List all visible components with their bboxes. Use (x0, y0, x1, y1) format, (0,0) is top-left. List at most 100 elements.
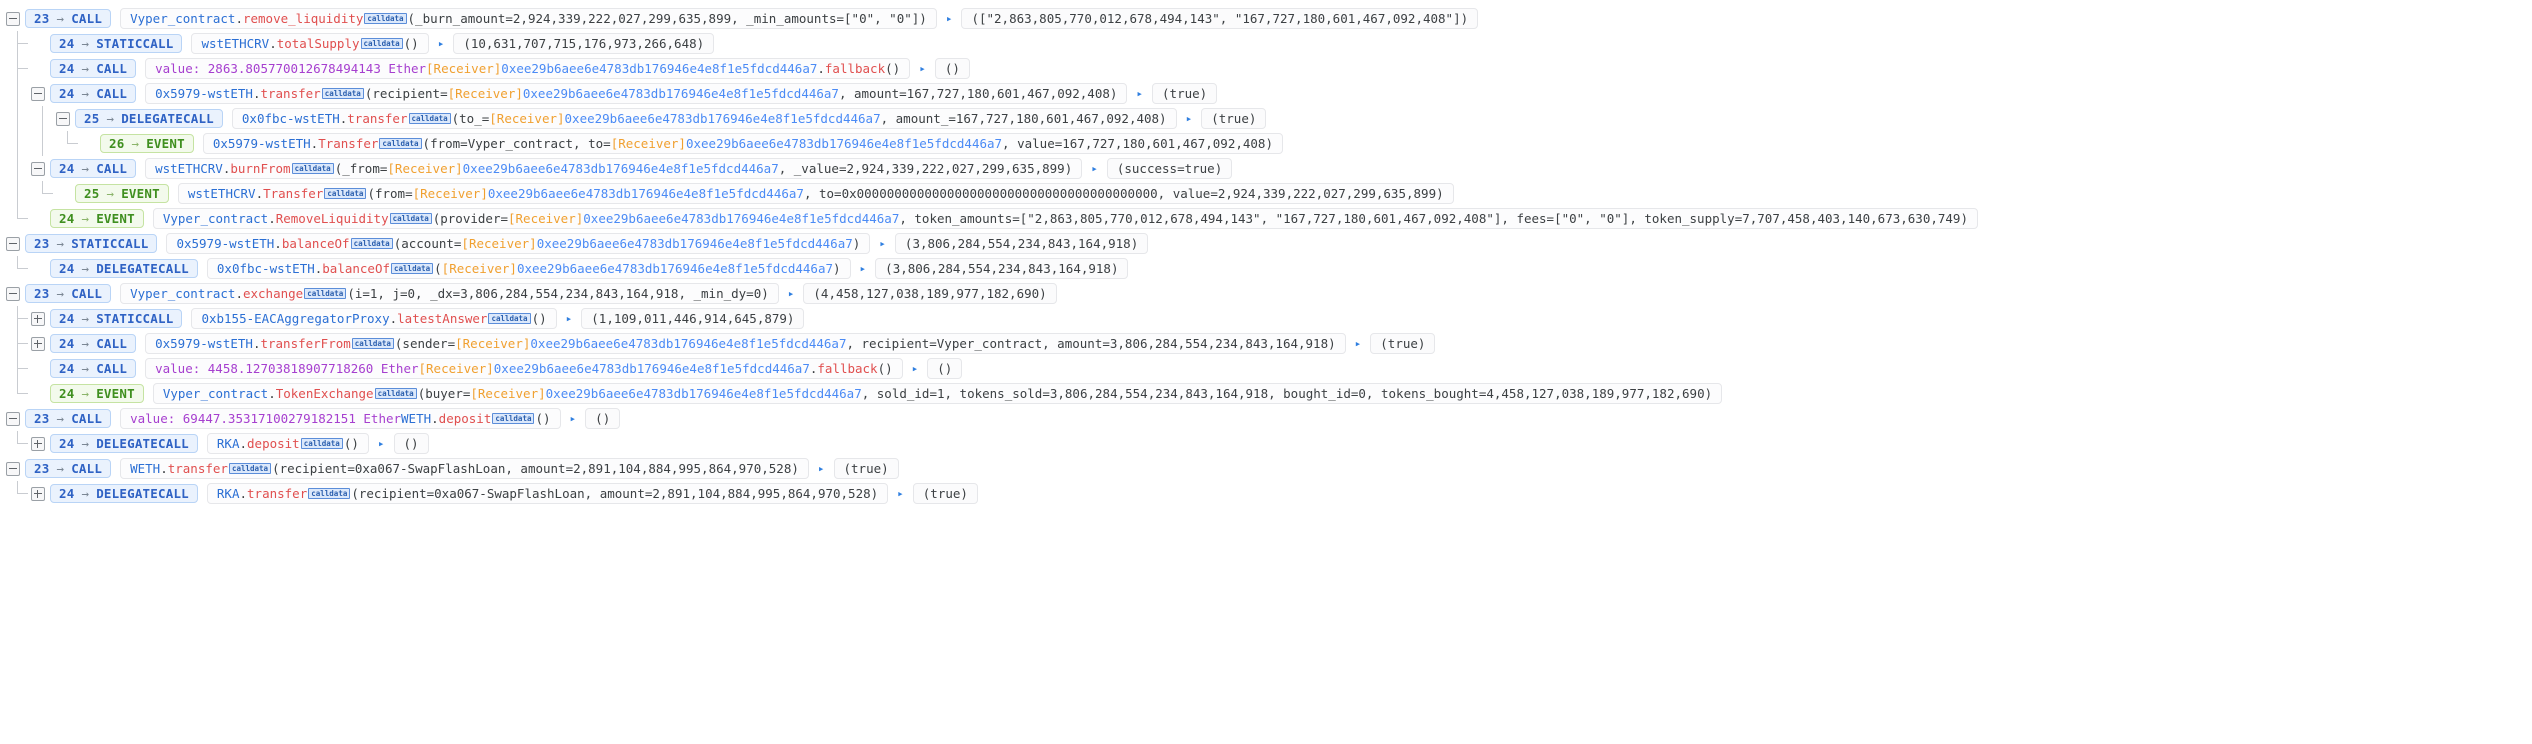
calldata-badge[interactable]: calldata (300, 438, 343, 449)
call-signature[interactable]: Vyper_contract. TokenExchange calldata (buy… (152, 383, 1723, 404)
trace-row[interactable]: 24 → CALL value: 4458.12703818907718260 Eth… (6, 356, 2532, 381)
return-value[interactable]: (3,806,284,554,234,843,164,918) (875, 258, 1129, 279)
call-signature[interactable]: RKA. transfer calldata (recipient=0xa067-Sw… (206, 483, 889, 504)
call-signature[interactable]: RKA. deposit calldata() (206, 433, 369, 454)
trace-row[interactable]: 24 → DELEGATECALL RKA. transfer calldata (reci… (6, 481, 2532, 506)
trace-type-pill[interactable]: 24 → CALL (50, 159, 137, 178)
collapse-icon[interactable] (6, 411, 20, 426)
collapse-icon[interactable] (56, 111, 70, 126)
calldata-badge[interactable]: calldata (324, 188, 367, 199)
expand-icon[interactable] (31, 486, 45, 501)
calldata-badge[interactable]: calldata (408, 113, 451, 124)
trace-row[interactable]: 24 → CALL value: 2863.805770012678494143 Et… (6, 56, 2532, 81)
calldata-badge[interactable]: calldata (321, 88, 364, 99)
trace-type-pill[interactable]: 24 → CALL (50, 359, 137, 378)
calldata-badge[interactable]: calldata (391, 263, 434, 274)
call-signature[interactable]: value: 2863.805770012678494143 Ether [Re… (145, 58, 911, 79)
collapse-icon[interactable] (31, 86, 45, 101)
trace-row[interactable]: 24 → CALL 0x5979-wstETH. transfer calldata (re… (6, 81, 2532, 106)
calldata-badge[interactable]: calldata (364, 13, 407, 24)
call-signature[interactable]: Vyper_contract. exchange calldata (i=1, j=0… (120, 283, 779, 304)
calldata-badge[interactable]: calldata (488, 313, 531, 324)
call-signature[interactable]: wstETHCRV. burnFrom calldata (_from= [Receiv… (145, 158, 1083, 179)
return-value[interactable]: (3,806,284,554,234,843,164,918) (894, 233, 1149, 254)
trace-type-pill[interactable]: 24 → STATICCALL (50, 309, 183, 328)
trace-row[interactable]: 26 → EVENT 0x5979-wstETH. Transfer calldata (f… (6, 131, 2532, 156)
calldata-badge[interactable]: calldata (304, 288, 347, 299)
collapse-icon[interactable] (6, 286, 20, 301)
collapse-icon[interactable] (31, 161, 45, 176)
return-value[interactable]: () (934, 58, 970, 79)
trace-type-pill[interactable]: 24 → EVENT (50, 384, 144, 403)
trace-type-pill[interactable]: 23 → CALL (25, 409, 112, 428)
call-signature[interactable]: 0x0fbc-wstETH. transfer calldata (to_= [Rece… (231, 108, 1177, 129)
call-signature[interactable]: 0x5979-wstETH. Transfer calldata (from=Vype… (202, 133, 1283, 154)
trace-row[interactable]: 23 → STATICCALL 0x5979-wstETH. balanceOf call… (6, 231, 2532, 256)
call-signature[interactable]: 0xb155-EACAggregatorProxy. latestAnswer ca… (191, 308, 557, 329)
return-value[interactable]: (10,631,707,715,176,973,266,648) (453, 33, 715, 54)
trace-type-pill[interactable]: 24 → DELEGATECALL (50, 259, 198, 278)
trace-type-pill[interactable]: 24 → CALL (50, 84, 137, 103)
expand-icon[interactable] (31, 311, 45, 326)
call-signature[interactable]: Vyper_contract. RemoveLiquidity calldata (p… (152, 208, 1978, 229)
calldata-badge[interactable]: calldata (350, 238, 393, 249)
trace-row[interactable]: 23 → CALL Vyper_contract. remove_liquidity ca… (6, 6, 2532, 31)
calldata-badge[interactable]: calldata (389, 213, 432, 224)
return-value[interactable]: (["2,863,805,770,012,678,494,143", "167,… (961, 8, 1479, 29)
call-signature[interactable]: Vyper_contract. remove_liquidity calldata(… (120, 8, 937, 29)
trace-type-pill[interactable]: 24 → DELEGATECALL (50, 484, 198, 503)
return-value[interactable]: (true) (1152, 83, 1218, 104)
call-signature[interactable]: 0x5979-wstETH. transfer calldata (recipient… (145, 83, 1128, 104)
trace-row[interactable]: 24 → DELEGATECALL 0x0fbc-wstETH. balanceOf ca… (6, 256, 2532, 281)
return-value[interactable]: (true) (833, 458, 899, 479)
trace-row[interactable]: 23 → CALL WETH. transfer calldata (recipient=0… (6, 456, 2532, 481)
collapse-icon[interactable] (6, 461, 20, 476)
trace-type-pill[interactable]: 25 → EVENT (75, 184, 169, 203)
trace-type-pill[interactable]: 23 → CALL (25, 9, 112, 28)
calldata-badge[interactable]: calldata (291, 163, 334, 174)
call-signature[interactable]: 0x0fbc-wstETH. balanceOf calldata([Receive… (206, 258, 851, 279)
return-value[interactable]: (1,109,011,446,914,645,879) (581, 308, 805, 329)
trace-row[interactable]: 23 → CALL value: 69447.35317100279182151 Et… (6, 406, 2532, 431)
call-signature[interactable]: wstETHCRV. totalSupply calldata() (191, 33, 429, 54)
trace-type-pill[interactable]: 26 → EVENT (100, 134, 194, 153)
collapse-icon[interactable] (6, 236, 20, 251)
call-signature[interactable]: wstETHCRV. Transfer calldata (from= [Receive… (177, 183, 1454, 204)
call-signature[interactable]: value: 69447.35317100279182151 Ether WET… (120, 408, 561, 429)
trace-type-pill[interactable]: 24 → DELEGATECALL (50, 434, 198, 453)
trace-row[interactable]: 24 → CALL wstETHCRV. burnFrom calldata (_from=… (6, 156, 2532, 181)
trace-type-pill[interactable]: 23 → CALL (25, 284, 112, 303)
call-signature[interactable]: 0x5979-wstETH. transferFrom calldata (sende… (145, 333, 1346, 354)
trace-type-pill[interactable]: 24 → CALL (50, 59, 137, 78)
calldata-badge[interactable]: calldata (351, 338, 394, 349)
trace-row[interactable]: 25 → DELEGATECALL 0x0fbc-wstETH. transfer cal… (6, 106, 2532, 131)
trace-type-pill[interactable]: 24 → EVENT (50, 209, 144, 228)
call-signature[interactable]: 0x5979-wstETH. balanceOf calldata (account=… (166, 233, 871, 254)
trace-row[interactable]: 24 → EVENT Vyper_contract. RemoveLiquidity ca… (6, 206, 2532, 231)
calldata-badge[interactable]: calldata (360, 38, 403, 49)
trace-row[interactable]: 24 → CALL 0x5979-wstETH. transferFrom calldat… (6, 331, 2532, 356)
trace-type-pill[interactable]: 23 → CALL (25, 459, 112, 478)
trace-type-pill[interactable]: 25 → DELEGATECALL (75, 109, 223, 128)
call-signature[interactable]: WETH. transfer calldata (recipient=0xa067-S… (120, 458, 809, 479)
trace-row[interactable]: 23 → CALL Vyper_contract. exchange calldata (i… (6, 281, 2532, 306)
expand-icon[interactable] (31, 336, 45, 351)
trace-row[interactable]: 24 → STATICCALL wstETHCRV. totalSupply callda… (6, 31, 2532, 56)
calldata-badge[interactable]: calldata (308, 488, 351, 499)
trace-row[interactable]: 25 → EVENT wstETHCRV. Transfer calldata (from=… (6, 181, 2532, 206)
calldata-badge[interactable]: calldata (228, 463, 272, 474)
expand-icon[interactable] (31, 436, 45, 451)
return-value[interactable]: (true) (1201, 108, 1267, 129)
trace-row[interactable]: 24 → EVENT Vyper_contract. TokenExchange call… (6, 381, 2532, 406)
calldata-badge[interactable]: calldata (374, 388, 417, 399)
return-value[interactable]: () (927, 358, 963, 379)
collapse-icon[interactable] (6, 11, 20, 26)
trace-row[interactable]: 24 → DELEGATECALL RKA. deposit calldata() ▸ () (6, 431, 2532, 456)
calldata-badge[interactable]: calldata (379, 138, 422, 149)
return-value[interactable]: (true) (912, 483, 978, 504)
return-value[interactable]: () (585, 408, 621, 429)
calldata-badge[interactable]: calldata (492, 413, 535, 424)
return-value[interactable]: (4,458,127,038,189,977,182,690) (803, 283, 1057, 304)
trace-type-pill[interactable]: 23 → STATICCALL (25, 234, 158, 253)
trace-type-pill[interactable]: 24 → CALL (50, 334, 137, 353)
